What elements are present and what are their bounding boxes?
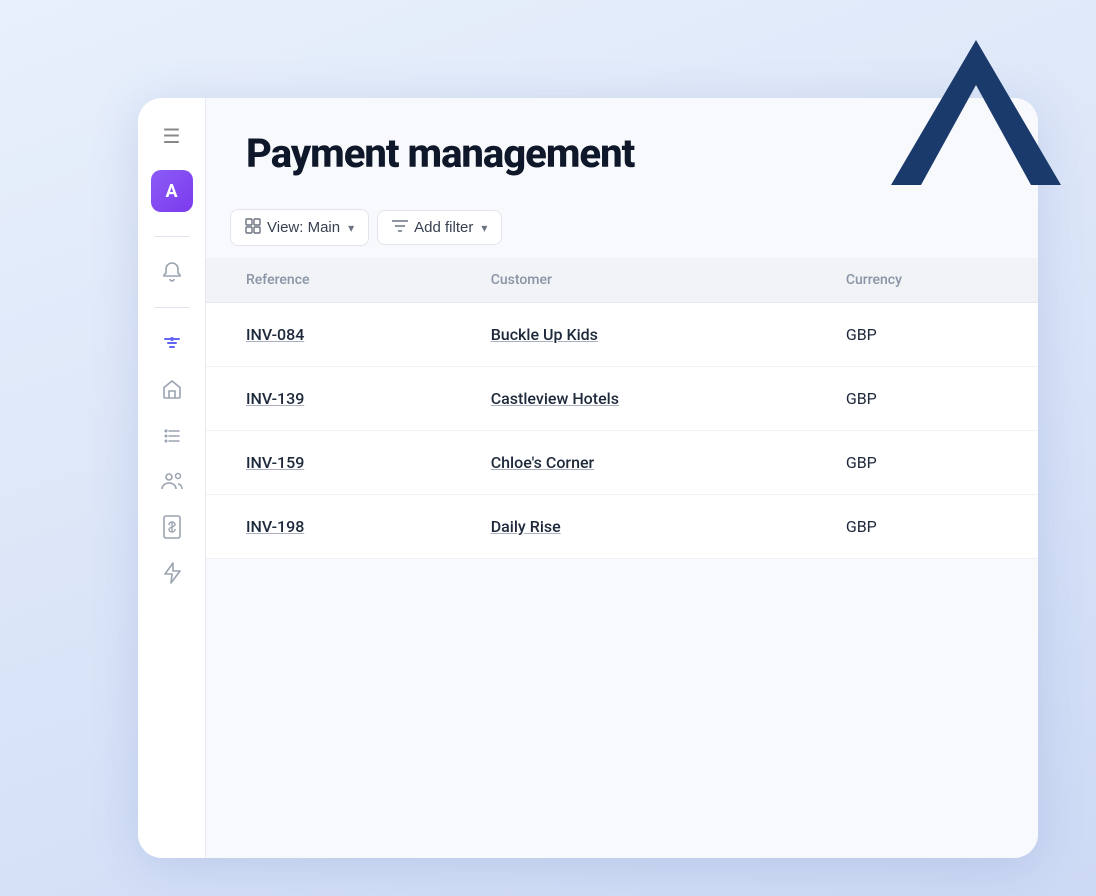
- table-row: INV-198 Daily Rise GBP: [206, 495, 1038, 559]
- reference-link[interactable]: INV-139: [246, 389, 304, 408]
- sidebar-item-invoices[interactable]: [153, 508, 191, 546]
- view-label: View: Main: [267, 219, 340, 236]
- sidebar-item-home[interactable]: [153, 370, 191, 408]
- cell-customer[interactable]: Daily Rise: [451, 495, 806, 559]
- reference-link[interactable]: INV-198: [246, 517, 304, 536]
- table-header: Reference Customer Currency: [206, 258, 1038, 303]
- add-filter-label: Add filter: [414, 219, 473, 236]
- sidebar-item-tasks[interactable]: [153, 416, 191, 454]
- menu-icon[interactable]: ☰: [163, 126, 181, 146]
- col-customer: Customer: [451, 258, 806, 303]
- sidebar-item-notifications[interactable]: [153, 253, 191, 291]
- cell-currency: GBP: [806, 495, 1038, 559]
- customer-link[interactable]: Chloe's Corner: [491, 453, 595, 472]
- logo-watermark: [886, 30, 1066, 190]
- col-reference: Reference: [206, 258, 451, 303]
- cell-reference[interactable]: INV-139: [206, 367, 451, 431]
- col-currency: Currency: [806, 258, 1038, 303]
- customer-link[interactable]: Castleview Hotels: [491, 389, 619, 408]
- filter-chevron-icon: ▾: [481, 221, 487, 235]
- cell-reference[interactable]: INV-084: [206, 303, 451, 367]
- cell-customer[interactable]: Chloe's Corner: [451, 431, 806, 495]
- cell-reference[interactable]: INV-159: [206, 431, 451, 495]
- table-row: INV-159 Chloe's Corner GBP: [206, 431, 1038, 495]
- cell-reference[interactable]: INV-198: [206, 495, 451, 559]
- sidebar-divider-1: [154, 236, 190, 237]
- sidebar-item-filter[interactable]: [153, 324, 191, 362]
- view-grid-icon: [245, 218, 261, 237]
- table-container: Reference Customer Currency INV-084 Buckl…: [206, 258, 1038, 858]
- cell-currency: GBP: [806, 303, 1038, 367]
- cell-currency: GBP: [806, 431, 1038, 495]
- avatar[interactable]: A: [151, 170, 193, 212]
- table-body: INV-084 Buckle Up Kids GBP INV-139 Castlevie…: [206, 303, 1038, 559]
- customer-link[interactable]: Daily Rise: [491, 517, 561, 536]
- sidebar-divider-2: [154, 307, 190, 308]
- reference-link[interactable]: INV-159: [246, 453, 304, 472]
- filter-icon: [392, 219, 408, 236]
- customer-link[interactable]: Buckle Up Kids: [491, 325, 598, 344]
- app-card: ☰ A: [138, 98, 1038, 858]
- view-chevron-icon: ▾: [348, 221, 354, 235]
- table-row: INV-139 Castleview Hotels GBP: [206, 367, 1038, 431]
- payments-table: Reference Customer Currency INV-084 Buckl…: [206, 258, 1038, 559]
- table-header-row: Reference Customer Currency: [206, 258, 1038, 303]
- sidebar: ☰ A: [138, 98, 206, 858]
- cell-customer[interactable]: Castleview Hotels: [451, 367, 806, 431]
- add-filter-button[interactable]: Add filter ▾: [377, 210, 502, 245]
- cell-customer[interactable]: Buckle Up Kids: [451, 303, 806, 367]
- table-row: INV-084 Buckle Up Kids GBP: [206, 303, 1038, 367]
- cell-currency: GBP: [806, 367, 1038, 431]
- main-content: Payment management View: Main ▾: [206, 98, 1038, 858]
- toolbar-row: View: Main ▾ Add filter ▾: [206, 193, 1038, 246]
- reference-link[interactable]: INV-084: [246, 325, 304, 344]
- sidebar-item-contacts[interactable]: [153, 462, 191, 500]
- sidebar-item-lightning[interactable]: [153, 554, 191, 592]
- view-main-button[interactable]: View: Main ▾: [230, 209, 369, 246]
